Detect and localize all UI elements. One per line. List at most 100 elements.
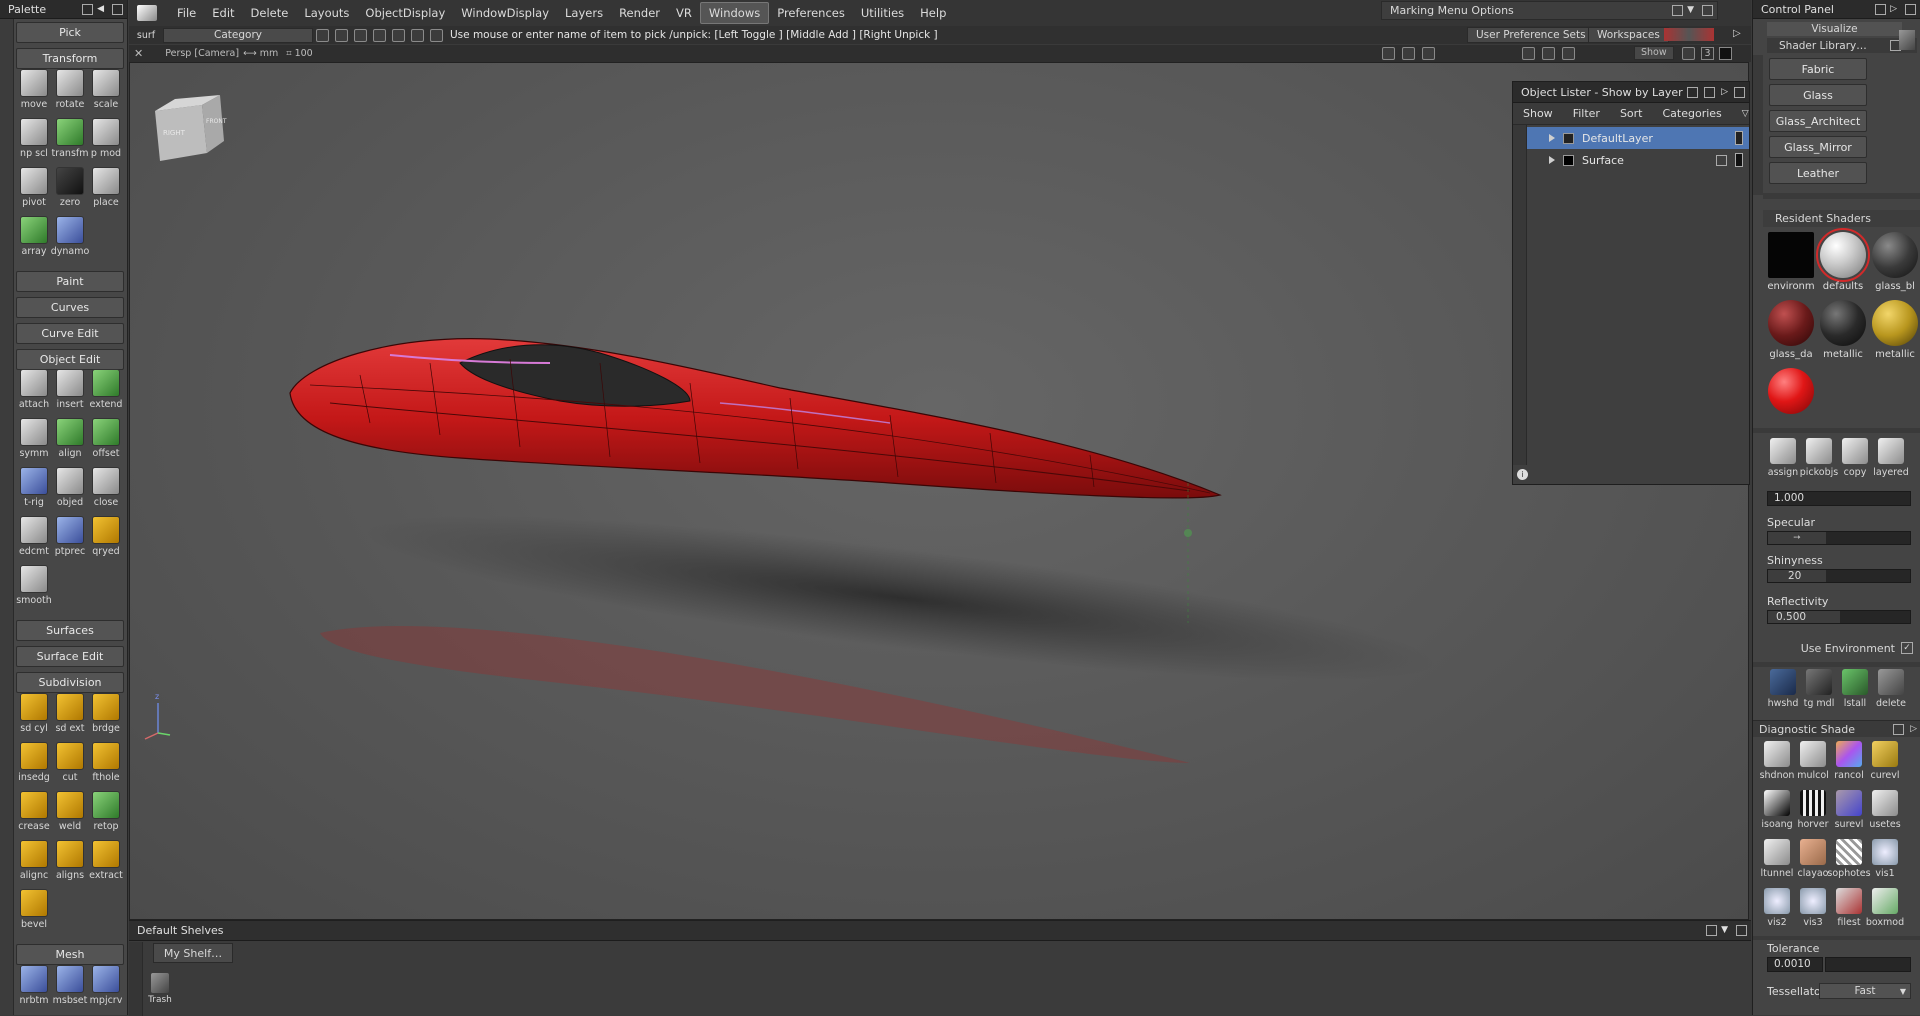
workspaces-button[interactable]: Workspaces <box>1588 27 1669 43</box>
menu-icon[interactable] <box>1893 723 1905 735</box>
library-item-fabric[interactable]: Fabric <box>1769 58 1867 80</box>
maximize-icon[interactable] <box>1719 47 1732 60</box>
tool-array[interactable]: array <box>16 213 52 261</box>
pick-cv-icon[interactable] <box>335 28 348 42</box>
view-cube[interactable]: RIGHT FRONT <box>155 95 227 161</box>
tool-msbset[interactable]: msbset <box>52 962 88 1010</box>
tool-ptprec[interactable]: ptprec <box>52 513 88 561</box>
tool-sd-ext[interactable]: sd ext <box>52 690 88 738</box>
tool-delete[interactable]: delete <box>1873 665 1909 713</box>
pick-section-button[interactable]: Pick <box>16 22 124 43</box>
value-field[interactable]: 1.000 <box>1767 491 1911 506</box>
library-item-leather[interactable]: Leather <box>1769 162 1867 184</box>
tool-qryed[interactable]: qryed <box>88 513 124 561</box>
menu-vr[interactable]: VR <box>668 3 700 23</box>
collapse-icon[interactable]: ◀ <box>97 4 104 15</box>
close-icon[interactable] <box>1734 86 1745 98</box>
lister-tab-filter[interactable]: Filter <box>1563 107 1610 120</box>
tolerance-slider[interactable] <box>1825 957 1911 972</box>
diag-isoang[interactable]: isoang <box>1759 786 1795 834</box>
trash-button[interactable]: Trash <box>145 973 175 1005</box>
user-preference-sets-button[interactable]: User Preference Sets <box>1467 27 1595 43</box>
tolerance-field[interactable]: 0.0010 <box>1767 957 1823 972</box>
tool-close[interactable]: close <box>88 464 124 512</box>
tool-transfm[interactable]: transfm <box>51 115 89 163</box>
layout-icon[interactable] <box>1682 47 1695 60</box>
diag-horver[interactable]: horver <box>1795 786 1831 834</box>
shinyness-slider[interactable]: 20 <box>1767 569 1911 583</box>
menu-windowdisplay[interactable]: WindowDisplay <box>453 3 557 23</box>
tool-smooth[interactable]: smooth <box>16 562 52 610</box>
library-item-glass-architect[interactable]: Glass_Architect <box>1769 110 1867 132</box>
diag-ltunnel[interactable]: ltunnel <box>1759 835 1795 883</box>
shader-defaults[interactable]: defaults <box>1816 228 1870 296</box>
tool-assign[interactable]: assign <box>1765 434 1801 482</box>
diag-mulcol[interactable]: mulcol <box>1795 737 1831 785</box>
close-icon[interactable] <box>1736 925 1747 936</box>
surfaces-section-button[interactable]: Surfaces <box>16 620 124 641</box>
info-icon[interactable]: i <box>1517 469 1528 480</box>
diag-sophotes[interactable]: sophotes <box>1827 835 1871 883</box>
palette-scroll-strip[interactable] <box>0 19 14 1015</box>
tool-retop[interactable]: retop <box>88 788 124 836</box>
expand-triangle-icon[interactable] <box>1549 134 1555 142</box>
menu-windows[interactable]: Windows <box>699 2 770 24</box>
diag-vis3[interactable]: vis3 <box>1795 884 1831 932</box>
tool-extract[interactable]: extract <box>88 837 124 885</box>
tool-objed[interactable]: objed <box>52 464 88 512</box>
shader-red[interactable] <box>1765 368 1817 432</box>
shelf-side-strip[interactable] <box>129 942 143 1016</box>
show-button[interactable]: Show <box>1634 46 1674 60</box>
view-move-icon[interactable] <box>1562 47 1575 60</box>
shader-environment[interactable]: environm <box>1765 232 1817 296</box>
menu-icon[interactable] <box>1704 86 1716 98</box>
play-icon[interactable]: ▷ <box>1890 4 1897 15</box>
view-number[interactable]: 3 <box>1701 47 1714 60</box>
shader-metallic-gold[interactable]: metallic <box>1869 300 1920 364</box>
app-icon[interactable] <box>133 0 161 26</box>
tool-insedg[interactable]: insedg <box>16 739 52 787</box>
tool-brdge[interactable]: brdge <box>88 690 124 738</box>
chevron-down-icon[interactable]: ▼ <box>1721 925 1728 936</box>
diag-shdnon[interactable]: shdnon <box>1759 737 1795 785</box>
marking-menu-bar[interactable]: Marking Menu Options ▼ <box>1381 1 1718 20</box>
close-viewport-icon[interactable]: ✕ <box>134 47 143 60</box>
camera-zoom-icon[interactable] <box>1422 47 1435 60</box>
tool-layered[interactable]: layered <box>1873 434 1909 482</box>
menu-utilities[interactable]: Utilities <box>853 3 912 23</box>
diag-surevl[interactable]: surevl <box>1831 786 1867 834</box>
network-icon[interactable] <box>1664 28 1714 41</box>
tool-crease[interactable]: crease <box>16 788 52 836</box>
layer-visibility-icon[interactable] <box>1735 153 1743 167</box>
tool-fthole[interactable]: fthole <box>88 739 124 787</box>
lister-tab-show[interactable]: Show <box>1513 107 1563 120</box>
shader-glass-da[interactable]: glass_da <box>1765 300 1817 364</box>
lister-tab-categories[interactable]: Categories <box>1653 107 1732 120</box>
close-icon[interactable] <box>1905 3 1916 15</box>
spaceship-model[interactable] <box>289 338 1222 499</box>
diag-vis2[interactable]: vis2 <box>1759 884 1795 932</box>
menu-delete[interactable]: Delete <box>243 3 297 23</box>
curve-edit-section-button[interactable]: Curve Edit <box>16 323 124 344</box>
paint-section-button[interactable]: Paint <box>16 271 124 292</box>
expand-triangle-icon[interactable] <box>1549 156 1555 164</box>
tool-sd-cyl[interactable]: sd cyl <box>16 690 52 738</box>
menu-icon[interactable] <box>1706 925 1718 936</box>
menu-render[interactable]: Render <box>611 3 668 23</box>
layer-row-surface[interactable]: Surface <box>1527 149 1749 171</box>
play-icon[interactable]: ▷ <box>1910 724 1917 734</box>
tool-attach[interactable]: attach <box>16 366 52 414</box>
tool-offset[interactable]: offset <box>88 415 124 463</box>
diag-filest[interactable]: filest <box>1831 884 1867 932</box>
shader-glass-bl[interactable]: glass_bl <box>1869 232 1920 296</box>
shader-metallic-dark[interactable]: metallic <box>1817 300 1869 364</box>
diag-clayao[interactable]: clayao <box>1795 835 1831 883</box>
curves-section-button[interactable]: Curves <box>16 297 124 318</box>
tool-mpjcrv[interactable]: mpjcrv <box>88 962 124 1010</box>
view-snap-icon[interactable] <box>1522 47 1535 60</box>
menu-icon[interactable] <box>1875 3 1887 15</box>
menu-icon[interactable] <box>1672 5 1684 16</box>
tool-aligns[interactable]: aligns <box>52 837 88 885</box>
diag-rancol[interactable]: rancol <box>1831 737 1867 785</box>
camera-pan-icon[interactable] <box>1402 47 1415 60</box>
